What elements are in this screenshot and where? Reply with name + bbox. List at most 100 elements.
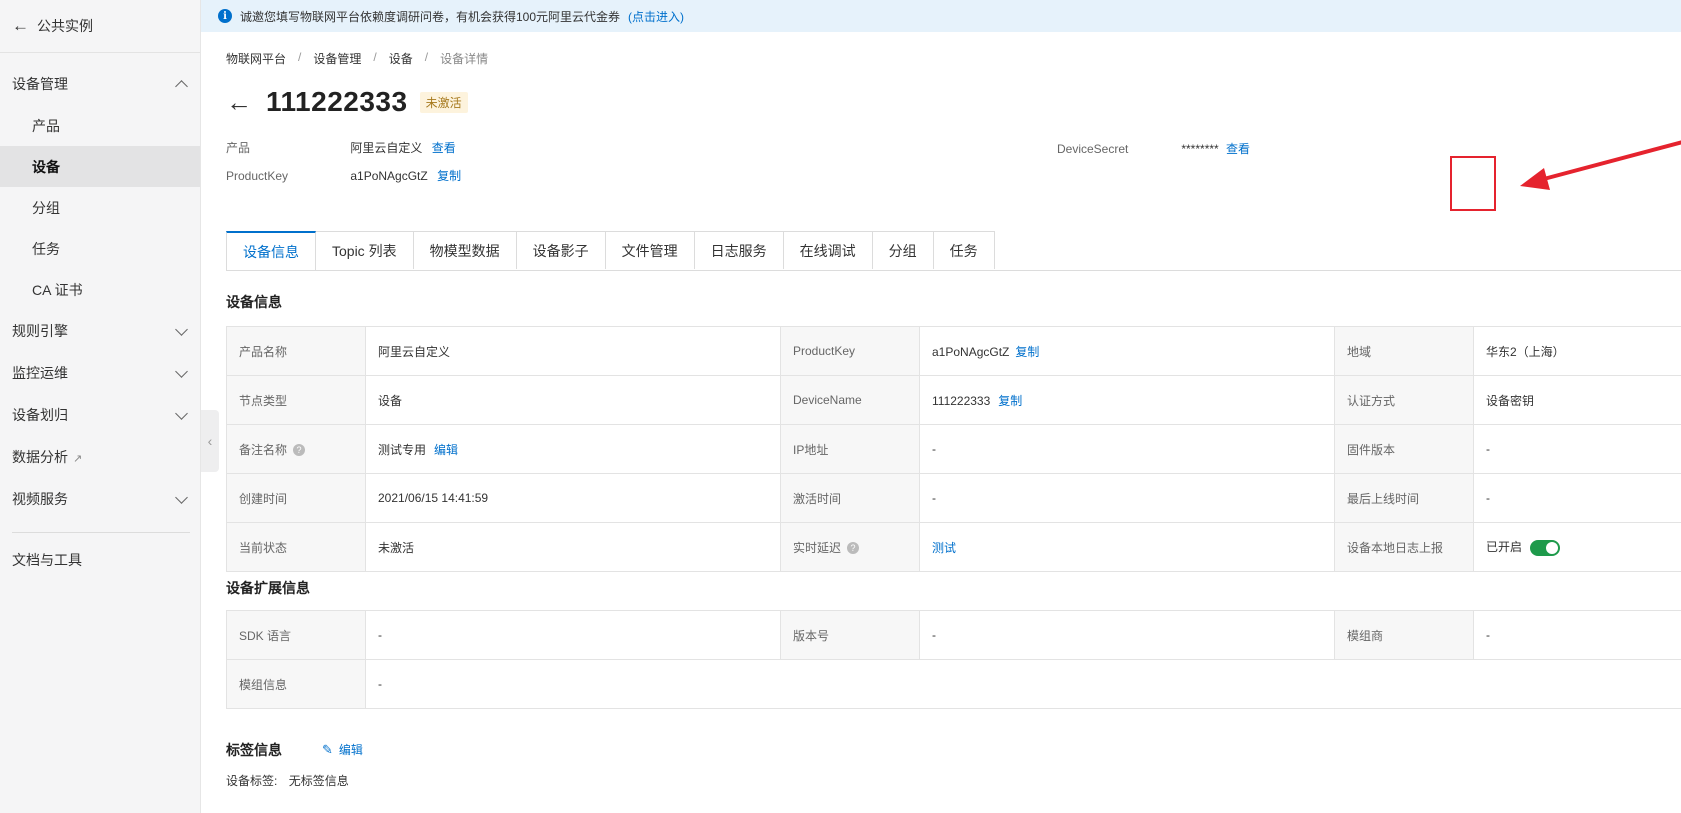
table-row: 备注名称? 测试专用 编辑 IP地址 - 固件版本 - [226, 424, 1681, 474]
latency-test-link[interactable]: 测试 [932, 541, 956, 555]
meta-product: 产品 阿里云自定义 查看 [226, 139, 456, 156]
table-row: 模组信息 - [226, 659, 1681, 709]
sidebar-item-label: 设备 [32, 158, 60, 175]
field-value: - [1473, 424, 1681, 474]
table-row: 节点类型 设备 DeviceName 111222333 复制 认证方式 设备密钥 [226, 375, 1681, 425]
sidebar-collapse-handle[interactable]: ‹ [201, 410, 219, 472]
table-row: 当前状态 未激活 实时延迟? 测试 设备本地日志上报 已开启 [226, 522, 1681, 572]
tab-task[interactable]: 任务 [933, 231, 995, 269]
field-label: DeviceName [780, 375, 920, 425]
sidebar-item-product[interactable]: 产品 [0, 105, 200, 146]
sidebar-group-device-assign[interactable]: 设备划归 [0, 394, 200, 436]
field-label: 当前状态 [226, 522, 366, 572]
field-value: 测试专用 [378, 442, 427, 457]
field-value: - [919, 424, 1335, 474]
status-badge: 未激活 [419, 91, 468, 113]
field-value: - [365, 659, 1681, 709]
field-cell: 111222333 复制 [919, 375, 1335, 425]
breadcrumb: 物联网平台 / 设备管理 / 设备 / 设备详情 [226, 50, 488, 67]
sidebar-item-group[interactable]: 分组 [0, 187, 200, 228]
field-value: 111222333 [932, 393, 991, 408]
sidebar-item-ca-cert[interactable]: CA 证书 [0, 269, 200, 310]
view-secret-link[interactable]: 查看 [1226, 142, 1250, 156]
meta-label: DeviceSecret [1057, 142, 1129, 156]
table-row: SDK 语言 - 版本号 - 模组商 - [226, 610, 1681, 660]
meta-value: 阿里云自定义 [350, 141, 423, 155]
field-cell: 测试 [919, 522, 1335, 572]
sidebar-group-label: 监控运维 [12, 365, 68, 381]
sidebar-group-label: 规则引擎 [12, 323, 68, 339]
field-label: 模组商 [1334, 610, 1474, 660]
device-tags-row: 设备标签: 无标签信息 [226, 772, 349, 789]
sidebar-group-device-management[interactable]: 设备管理 [0, 63, 200, 105]
field-label: 模组信息 [226, 659, 366, 709]
tags-value: 无标签信息 [288, 774, 349, 788]
tab-topic-list[interactable]: Topic 列表 [316, 231, 414, 269]
help-icon[interactable]: ? [293, 444, 306, 457]
field-label: 产品名称 [226, 326, 366, 376]
back-arrow-icon[interactable]: ← [226, 87, 252, 118]
breadcrumb-item[interactable]: 设备管理 [313, 50, 361, 67]
annotation-highlight-box [1450, 156, 1496, 211]
sidebar-item-device[interactable]: 设备 [0, 146, 200, 187]
field-label: 备注名称 [239, 442, 288, 457]
breadcrumb-item[interactable]: 设备 [389, 50, 413, 67]
field-label: 认证方式 [1334, 375, 1474, 425]
tab-group[interactable]: 分组 [872, 231, 934, 269]
field-cell: 已开启 [1473, 522, 1681, 572]
table-row: 创建时间 2021/06/15 14:41:59 激活时间 - 最后上线时间 - [226, 473, 1681, 523]
tags-label: 设备标签: [226, 774, 278, 788]
sidebar-group-label: 数据分析 [12, 449, 68, 465]
tab-bar: 设备信息 Topic 列表 物模型数据 设备影子 文件管理 日志服务 在线调试 … [226, 231, 1681, 271]
field-cell: 实时延迟? [780, 522, 920, 572]
sidebar-group-label: 视频服务 [12, 491, 68, 507]
edit-alias-button[interactable]: 编辑 [434, 443, 458, 457]
field-label: 固件版本 [1334, 424, 1474, 474]
field-cell: a1PoNAgcGtZ 复制 [919, 326, 1335, 376]
sidebar-item-docs-tools[interactable]: 文档与工具 [0, 539, 200, 581]
help-icon[interactable]: ? [847, 542, 860, 555]
breadcrumb-separator: / [373, 50, 377, 64]
breadcrumb-separator: / [298, 50, 302, 64]
sidebar-group-monitoring[interactable]: 监控运维 [0, 352, 200, 394]
breadcrumb-separator: / [424, 50, 429, 64]
notice-text: 诚邀您填写物联网平台依赖度调研问卷，有机会获得100元阿里云代金券 [240, 9, 621, 24]
notice-link[interactable]: (点击进入) [628, 8, 684, 25]
sidebar-group-rules-engine[interactable]: 规则引擎 [0, 310, 200, 352]
tab-thing-model-data[interactable]: 物模型数据 [413, 231, 517, 269]
sidebar-group-label: 文档与工具 [12, 552, 82, 568]
copy-productkey-button[interactable]: 复制 [1015, 345, 1039, 359]
sidebar-item-data-analysis[interactable]: 数据分析 ↗ [0, 436, 200, 478]
tab-log-service[interactable]: 日志服务 [694, 231, 784, 269]
tab-device-info[interactable]: 设备信息 [226, 231, 316, 270]
sidebar-group-video-service[interactable]: 视频服务 [0, 478, 200, 520]
view-product-link[interactable]: 查看 [432, 141, 456, 155]
pencil-icon: ✎ [322, 742, 333, 757]
back-to-instances[interactable]: ← 公共实例 [0, 0, 200, 53]
tab-device-shadow[interactable]: 设备影子 [516, 231, 606, 269]
edit-tags-button[interactable]: ✎ 编辑 [322, 741, 363, 758]
field-value: a1PoNAgcGtZ [932, 344, 1010, 359]
page-title: 111222333 [266, 86, 408, 117]
meta-label: ProductKey [226, 169, 289, 183]
device-info-table: 产品名称 阿里云自定义 ProductKey a1PoNAgcGtZ 复制 地域 … [226, 326, 1681, 572]
copy-devicename-button[interactable]: 复制 [998, 394, 1022, 408]
log-report-toggle[interactable] [1530, 539, 1561, 556]
field-value: 设备 [365, 375, 781, 425]
sidebar-item-label: CA 证书 [32, 281, 83, 298]
breadcrumb-current: 设备详情 [440, 52, 489, 66]
edit-tags-label: 编辑 [338, 743, 363, 757]
field-label: 版本号 [780, 610, 920, 660]
meta-productkey: ProductKey a1PoNAgcGtZ 复制 [226, 167, 461, 184]
tab-file-management[interactable]: 文件管理 [605, 231, 695, 269]
tab-online-debug[interactable]: 在线调试 [783, 231, 873, 269]
sidebar-item-label: 产品 [32, 117, 60, 134]
breadcrumb-item[interactable]: 物联网平台 [226, 50, 286, 67]
chevron-down-icon [175, 406, 188, 420]
section-title-tags: 标签信息 [226, 742, 282, 758]
sidebar-item-task[interactable]: 任务 [0, 228, 200, 269]
field-value: - [1473, 610, 1681, 660]
field-label: 实时延迟 [793, 540, 842, 555]
meta-value: a1PoNAgcGtZ [350, 169, 428, 183]
copy-productkey-link[interactable]: 复制 [437, 169, 461, 183]
